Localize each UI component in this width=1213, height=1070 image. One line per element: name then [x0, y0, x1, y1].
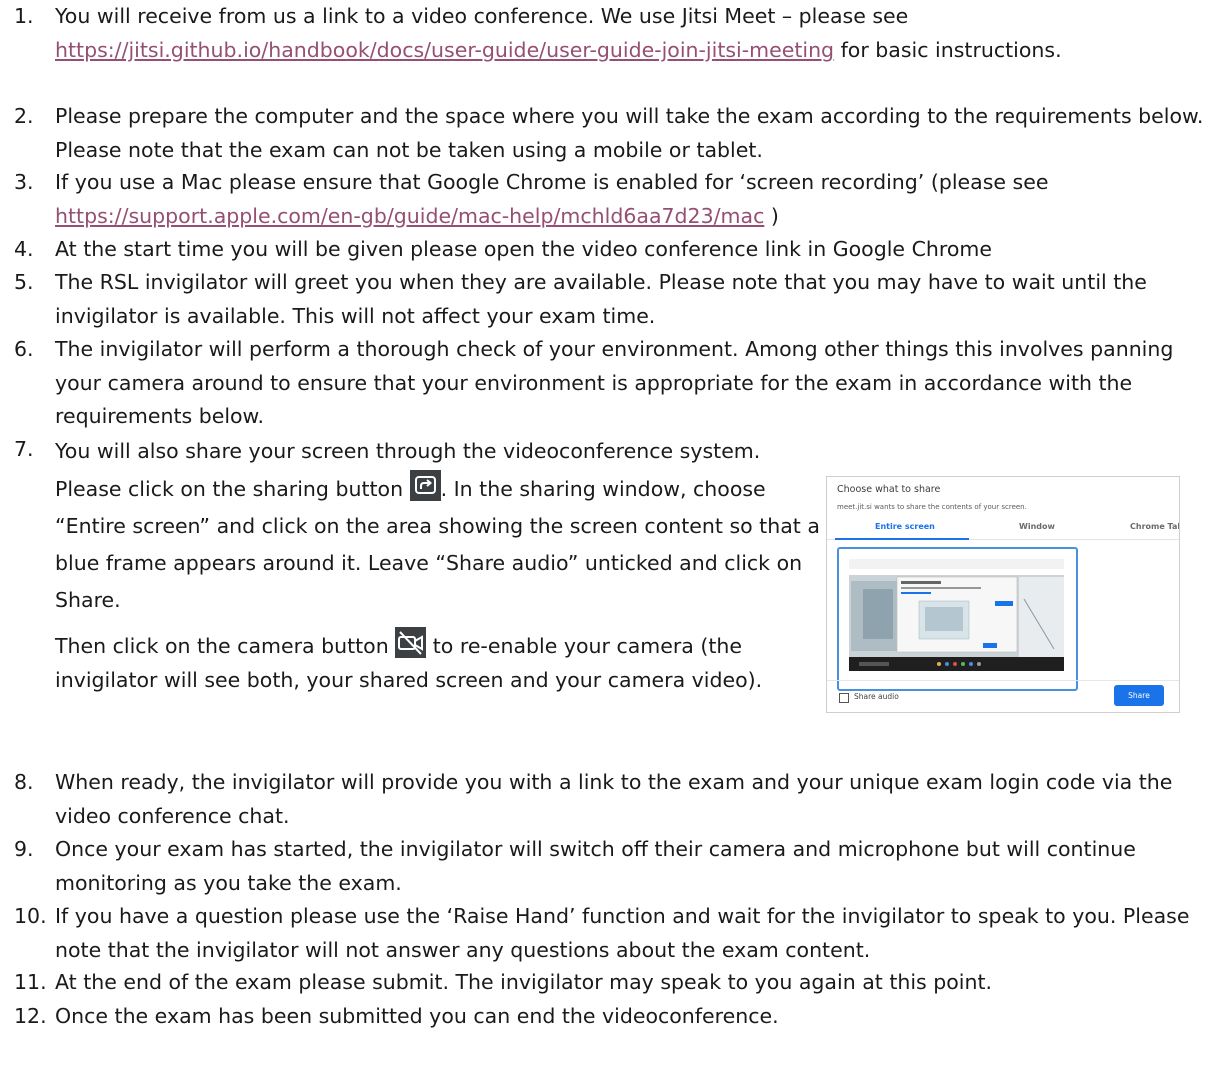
share-dialog-screenshot: Choose what to share meet.jit.si wants t…	[826, 476, 1180, 713]
item-number: 8.	[14, 770, 34, 794]
item-text: If you have a question please use the ‘R…	[55, 904, 1190, 962]
item-text: At the end of the exam please submit. Th…	[55, 970, 993, 994]
item-number: 11.	[14, 970, 47, 994]
item-text: The invigilator will perform a thorough …	[55, 337, 1174, 428]
item-number: 12.	[14, 1004, 47, 1028]
item-text: The RSL invigilator will greet you when …	[55, 270, 1147, 328]
apple-support-link[interactable]: https://support.apple.com/en-gb/guide/ma…	[55, 204, 764, 228]
item-number: 1.	[14, 4, 34, 28]
share-button: Share	[1114, 685, 1164, 706]
instructions-document: 1. You will receive from us a link to a …	[0, 0, 1213, 1070]
jitsi-handbook-link[interactable]: https://jitsi.github.io/handbook/docs/us…	[55, 38, 834, 62]
item-number: 10.	[14, 904, 47, 928]
screen-share-icon	[409, 470, 441, 501]
tab-chrome-tab: Chrome Tab	[1130, 522, 1180, 531]
item-number: 3.	[14, 170, 34, 194]
item-number: 9.	[14, 837, 34, 861]
tab-window: Window	[1019, 522, 1055, 531]
share-dialog-title: Choose what to share	[837, 484, 941, 495]
item-text: When ready, the invigilator will provide…	[55, 770, 1173, 828]
item-text: You will also share your screen through …	[55, 439, 820, 692]
item-number: 2.	[14, 104, 34, 128]
share-dialog-tabs: Entire screen Window Chrome Tab	[827, 517, 1179, 540]
share-audio-label: Share audio	[854, 692, 899, 701]
tab-entire-screen: Entire screen	[875, 522, 935, 531]
item-text: You will receive from us a link to a vid…	[55, 4, 1062, 62]
item-text: Once your exam has started, the invigila…	[55, 837, 1136, 895]
screen-preview-image	[849, 559, 1064, 671]
item-text: At the start time you will be given plea…	[55, 237, 992, 261]
item-number: 7.	[14, 437, 34, 461]
share-audio-checkbox	[839, 693, 849, 703]
camera-off-icon	[395, 627, 427, 658]
screen-preview-thumbnail	[849, 559, 1064, 671]
item-text: If you use a Mac please ensure that Goog…	[55, 170, 1049, 228]
item-text: Please prepare the computer and the spac…	[55, 104, 1204, 162]
item-number: 6.	[14, 337, 34, 361]
active-tab-underline	[835, 538, 969, 540]
footer-divider	[827, 680, 1179, 681]
item-number: 5.	[14, 270, 34, 294]
item-number: 4.	[14, 237, 34, 261]
share-dialog-subtitle: meet.jit.si wants to share the contents …	[837, 503, 1027, 511]
item-text: Once the exam has been submitted you can…	[55, 1004, 779, 1028]
